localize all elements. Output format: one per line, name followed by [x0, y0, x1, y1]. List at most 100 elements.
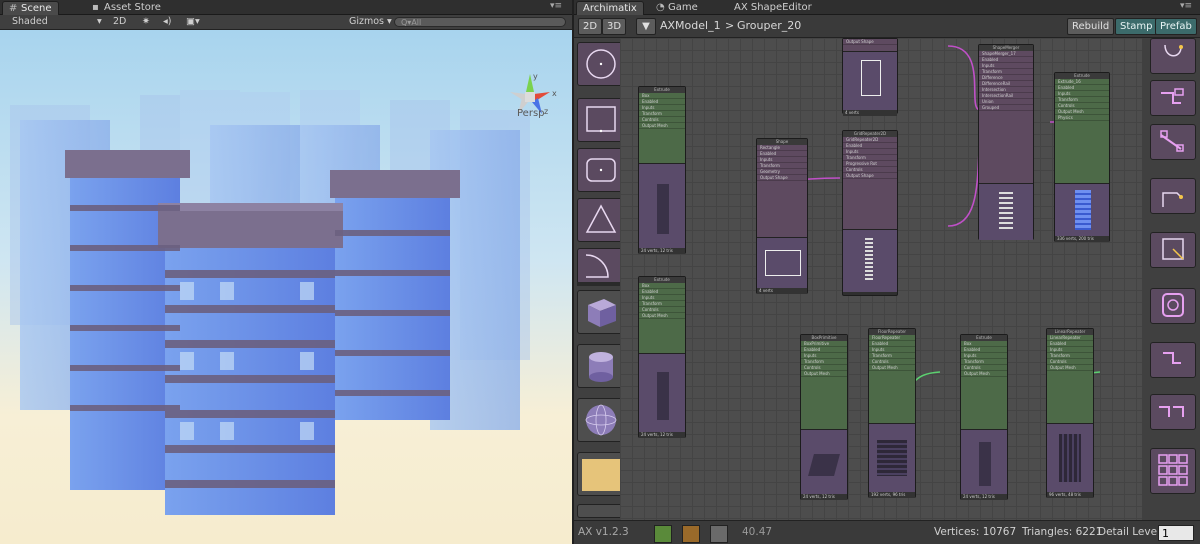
shape-op-button-4[interactable]: [1150, 178, 1196, 214]
breadcrumb-leaf[interactable]: Grouper_20: [737, 18, 801, 33]
shape-op-button-6[interactable]: [1150, 288, 1196, 324]
shape-op-button-1[interactable]: [1150, 38, 1196, 74]
tab-ax-shapeeditor[interactable]: AX ShapeEditor: [728, 1, 818, 14]
tab-game[interactable]: ◔ Game: [650, 1, 704, 14]
more-mesh-button[interactable]: [577, 504, 625, 518]
sphere-mesh-button[interactable]: [577, 398, 625, 442]
node-shape-merger[interactable]: ShapeMerger ShapeMerger_17 Enabled Inputs Tr…: [978, 44, 1034, 240]
node-grid-repeater[interactable]: GridRepeater2D GridRepeater2D Enabled Input…: [842, 130, 898, 296]
arc-icon: [585, 254, 609, 278]
breadcrumb-separator: >: [725, 19, 735, 32]
lighting-toggle-icon[interactable]: ✷: [142, 15, 150, 29]
scene-viewport[interactable]: y x z Persp: [0, 30, 572, 544]
archimatix-toolbar: 2D 3D ▼ AXModel_1 > Grouper_20 Rebuild S…: [574, 15, 1200, 38]
collapse-triangle-icon[interactable]: ▼: [636, 18, 656, 35]
view-3d-button[interactable]: 3D: [602, 18, 627, 35]
rectangle-icon: [586, 106, 616, 133]
rectangle-shape-button[interactable]: [577, 98, 625, 142]
cylinder-icon: [589, 352, 613, 382]
plane-mesh-button[interactable]: [577, 452, 625, 496]
svg-text:z: z: [544, 107, 548, 116]
stamp-button[interactable]: Stamp: [1115, 18, 1158, 35]
node-extrude-1[interactable]: Extrude Box Enabled Inputs Transform Controls…: [638, 86, 686, 254]
tab-archimatix[interactable]: Archimatix: [576, 1, 644, 15]
box-mesh-button[interactable]: [577, 290, 625, 334]
arc-shape-button[interactable]: [577, 248, 625, 284]
archimatix-tab-bar: Archimatix ◔ Game AX ShapeEditor ▾≡: [574, 0, 1200, 15]
node-extrude-main[interactable]: Extrude Extrude_16 Enabled Inputs Transform C…: [1054, 72, 1110, 242]
node-output-shape[interactable]: Output Shape 4 verts: [842, 38, 898, 116]
shape-distributor-icon: [1160, 130, 1184, 152]
shape-op-button-8[interactable]: [1150, 394, 1196, 430]
svg-text:y: y: [533, 72, 538, 81]
node-preview: [843, 229, 897, 292]
curve-icon: [1164, 44, 1183, 57]
panel-menu-icon[interactable]: ▾≡: [550, 1, 562, 11]
scene-search-input[interactable]: Q▾All: [394, 17, 566, 27]
scene-toolbar: Shaded ▾ 2D ✷ ◂) ▣▾ Gizmos ▾ Q▾All: [0, 15, 572, 30]
offset-corner-icon: [1162, 192, 1183, 207]
tab-asset-store[interactable]: ▪ Asset Store: [86, 1, 167, 14]
square-stamp-icon: [1162, 238, 1184, 260]
node-palette-icon[interactable]: [710, 525, 728, 543]
triangle-shape-button[interactable]: [577, 198, 625, 242]
shape-op-button-9[interactable]: [1150, 448, 1196, 494]
dropdown-arrow-icon[interactable]: ▾: [97, 15, 102, 29]
node-preview: [1047, 423, 1093, 492]
breadcrumb-root[interactable]: AXModel_1: [660, 18, 721, 33]
scene-tab-bar: # Scene ▪ Asset Store ▾≡: [0, 0, 572, 15]
circle-icon: [586, 49, 616, 79]
primitives-shelf: [574, 38, 625, 520]
node-floor-repeater[interactable]: FloorRepeater FloorRepeater Enabled Inputs T…: [868, 328, 916, 498]
buildings-render: [10, 90, 530, 515]
library-icon[interactable]: [654, 525, 672, 543]
triangle-icon: [585, 204, 617, 233]
scene-view-panel: # Scene ▪ Asset Store ▾≡ Shaded ▾ 2D ✷ ◂) …: [0, 0, 572, 544]
node-linear-repeater[interactable]: LinearRepeater LinearRepeater Enabled Input…: [1046, 328, 1094, 498]
version-label: AX v1.2.3: [578, 526, 629, 538]
node-preview: [639, 163, 685, 248]
effects-toggle-icon[interactable]: ▣▾: [186, 15, 200, 29]
cube-icon: [588, 299, 616, 327]
projection-label[interactable]: Persp: [517, 108, 545, 119]
tab-scene[interactable]: # Scene: [2, 1, 59, 15]
node-preview: [869, 423, 915, 492]
gizmos-dropdown[interactable]: Gizmos ▾: [349, 15, 392, 29]
node-shape[interactable]: Shape Rectangle Enabled Inputs Transform Geom…: [756, 138, 808, 294]
shape-op-button-5[interactable]: [1150, 232, 1196, 268]
archimatix-status-bar: AX v1.2.3 40.47 Vertices: 10767 Triangle…: [574, 520, 1200, 544]
view-2d-button[interactable]: 2D: [578, 18, 603, 35]
node-preview: [1055, 183, 1109, 236]
shading-mode-dropdown[interactable]: Shaded: [12, 15, 48, 29]
node-box-primitive[interactable]: BoxPrimitive BoxPrimitive Enabled Inputs Tra…: [800, 334, 848, 500]
rounded-rect-icon: [586, 158, 616, 182]
shape-op-button-3[interactable]: [1150, 124, 1196, 160]
panel-menu-icon[interactable]: ▾≡: [1180, 1, 1192, 11]
mode-2d-toggle[interactable]: 2D: [113, 15, 126, 29]
fps-readout: 40.47: [742, 526, 773, 538]
node-extrude-2[interactable]: Extrude Box Enabled Inputs Transform Controls…: [638, 276, 686, 438]
rounded-rect-shape-button[interactable]: [577, 148, 625, 192]
triangles-count: Triangles: 6221: [1022, 526, 1103, 538]
cylinder-mesh-button[interactable]: [577, 344, 625, 388]
detail-level-input[interactable]: 1: [1158, 525, 1194, 541]
circle-shape-button[interactable]: [577, 42, 625, 86]
nested-shape-icon: [1162, 293, 1184, 317]
shape-op-button-2[interactable]: [1150, 80, 1196, 116]
grid-icon: #: [9, 3, 18, 14]
vertices-count: Vertices: 10767: [934, 526, 1017, 538]
grid-repeater-icon: [1158, 454, 1188, 486]
rebuild-button[interactable]: Rebuild: [1067, 18, 1115, 35]
shelf-splitter[interactable]: [577, 282, 625, 286]
export-icon[interactable]: [682, 525, 700, 543]
sand-plane-icon: [582, 459, 620, 491]
prefab-button[interactable]: Prefab: [1155, 18, 1197, 35]
node-graph-canvas[interactable]: Extrude Box Enabled Inputs Transform Controls…: [620, 38, 1142, 520]
node-extrude-3[interactable]: Extrude Box Enabled Inputs Transform Controls…: [960, 334, 1008, 500]
node-preview: [801, 429, 847, 494]
shape-merge-icon: [1161, 88, 1184, 104]
audio-toggle-icon[interactable]: ◂): [163, 15, 171, 29]
detail-level-label: Detail Level: [1098, 526, 1160, 538]
pacman-icon: ◔: [656, 2, 665, 13]
shape-op-button-7[interactable]: [1150, 342, 1196, 378]
